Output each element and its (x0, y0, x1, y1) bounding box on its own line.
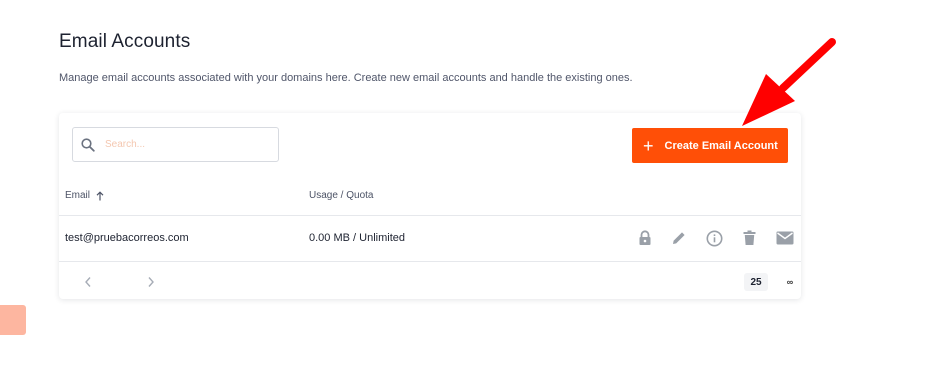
cell-usage: 0.00 MB / Unlimited (309, 232, 405, 244)
column-header-email[interactable]: Email (65, 190, 104, 201)
column-header-email-label: Email (65, 190, 91, 201)
chevron-left-icon (85, 277, 91, 287)
header-divider (59, 215, 801, 216)
plus-icon: + (643, 135, 654, 156)
column-header-usage-label: Usage / Quota (309, 190, 374, 201)
search-input[interactable] (103, 138, 267, 151)
previous-page-button[interactable] (79, 273, 97, 291)
create-email-account-label: Create Email Account (664, 139, 778, 152)
mail-icon[interactable] (775, 228, 795, 248)
next-page-button[interactable] (142, 273, 160, 291)
search-field[interactable] (72, 127, 279, 162)
edit-icon[interactable] (669, 228, 689, 248)
page-description: Manage email accounts associated with yo… (59, 72, 633, 84)
sort-ascending-icon[interactable] (96, 190, 104, 201)
row-divider (59, 261, 801, 262)
email-accounts-card: + Create Email Account Email Usage / Quo… (59, 113, 801, 299)
email-accounts-page: Email Accounts Manage email accounts ass… (0, 0, 926, 389)
chevron-right-icon (148, 277, 154, 287)
per-page-25-button[interactable]: 25 (744, 273, 768, 291)
cell-email: test@pruebacorreos.com (65, 232, 189, 244)
column-header-usage: Usage / Quota (309, 190, 373, 201)
info-icon[interactable] (704, 228, 724, 248)
lock-icon[interactable] (635, 228, 655, 248)
delete-icon[interactable] (739, 228, 759, 248)
page-title: Email Accounts (59, 31, 191, 52)
per-page-all-button[interactable]: ∞ (783, 273, 797, 291)
search-icon (81, 137, 95, 152)
side-feedback-tab[interactable] (0, 305, 26, 335)
create-email-account-button[interactable]: + Create Email Account (632, 128, 788, 163)
